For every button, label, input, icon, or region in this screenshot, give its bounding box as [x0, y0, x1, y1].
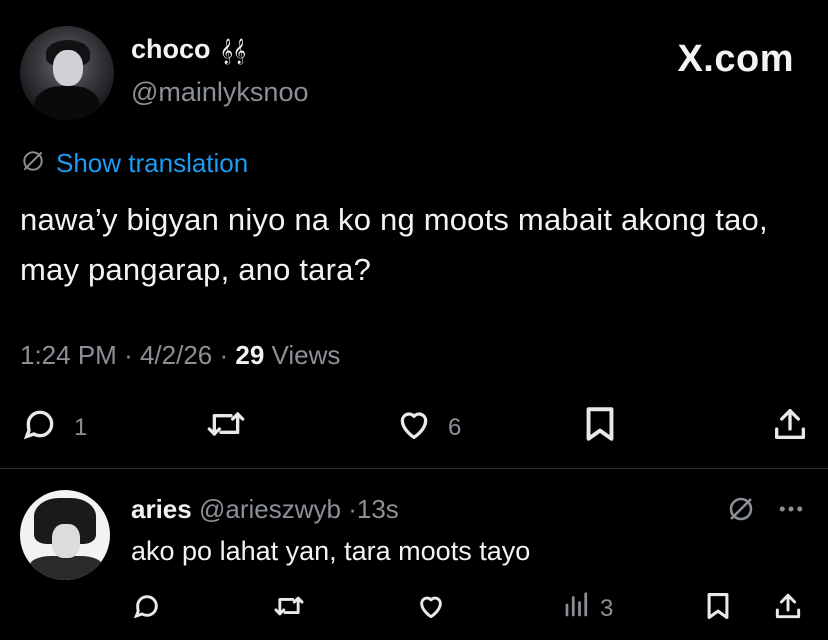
- tweet-actions: 1 6: [0, 404, 828, 454]
- author-name-row[interactable]: choco 𝄞𝄞: [131, 34, 246, 65]
- separator-dot: ·: [219, 340, 236, 370]
- repost-icon: [272, 590, 306, 629]
- repost-button[interactable]: [204, 404, 248, 451]
- avatar-face: [53, 50, 83, 86]
- more-button[interactable]: [776, 494, 806, 529]
- like-count: 6: [448, 413, 462, 441]
- share-icon: [772, 590, 804, 629]
- show-translation-row[interactable]: Show translation: [20, 148, 248, 179]
- speech-bubble-icon: [20, 404, 60, 451]
- tweet-text: nawa’y bigyan niyo na ko ng moots mabait…: [20, 202, 768, 287]
- bookmark-icon: [582, 404, 618, 451]
- divider: [0, 468, 828, 469]
- reply-bookmark-button[interactable]: [704, 590, 732, 629]
- reply-like-button[interactable]: [415, 590, 447, 629]
- views-label: Views: [271, 340, 341, 370]
- avatar-body: [30, 556, 102, 580]
- reply-header: aries @arieszwyb ·13s: [131, 494, 399, 525]
- share-button[interactable]: [770, 404, 810, 451]
- author-avatar[interactable]: [20, 26, 114, 120]
- heart-icon: [394, 404, 434, 451]
- avatar-face: [52, 524, 80, 558]
- globe-slash-icon: [20, 148, 46, 179]
- reply-count: 1: [74, 413, 88, 441]
- views-count: 29: [235, 340, 265, 370]
- separator-dot: ·: [124, 340, 140, 370]
- show-translation-link[interactable]: Show translation: [56, 148, 248, 179]
- more-icon: [776, 506, 806, 528]
- reply-views-button[interactable]: 3: [562, 590, 613, 627]
- author-handle[interactable]: @mainlyksnoo: [131, 77, 308, 108]
- author-name-decoration: 𝄞𝄞: [220, 38, 247, 63]
- globe-slash-icon: [726, 497, 756, 528]
- reply-share-button[interactable]: [772, 590, 804, 629]
- repost-icon: [204, 404, 248, 451]
- reply-reply-button[interactable]: [131, 590, 163, 629]
- tweet-date[interactable]: 4/2/26: [140, 340, 212, 370]
- tweet-time[interactable]: 1:24 PM: [20, 340, 117, 370]
- reply-actions: 3: [0, 590, 828, 626]
- tweet-meta: 1:24 PM · 4/2/26 · 29 Views: [20, 340, 340, 371]
- reply-views-count: 3: [600, 594, 614, 622]
- author-name[interactable]: choco: [131, 34, 211, 64]
- like-button[interactable]: 6: [394, 404, 461, 451]
- reply-button[interactable]: 1: [20, 404, 87, 451]
- separator-dot: ·: [348, 494, 357, 524]
- reply-repost-button[interactable]: [272, 590, 306, 629]
- reply-text: ako po lahat yan, tara moots tayo: [131, 536, 531, 566]
- share-icon: [770, 404, 810, 451]
- reply-translate-button[interactable]: [726, 494, 756, 529]
- reply-age[interactable]: 13s: [357, 494, 399, 524]
- speech-bubble-icon: [131, 590, 163, 629]
- bookmark-icon: [704, 590, 732, 629]
- reply-handle[interactable]: @arieszwyb: [199, 494, 341, 524]
- reply-author-name[interactable]: aries: [131, 494, 192, 524]
- heart-icon: [415, 590, 447, 629]
- reply-author-avatar[interactable]: [20, 490, 110, 580]
- bar-chart-icon: [562, 590, 592, 627]
- avatar-body: [34, 86, 100, 120]
- bookmark-button[interactable]: [582, 404, 618, 451]
- brand-watermark: X.com: [677, 38, 794, 80]
